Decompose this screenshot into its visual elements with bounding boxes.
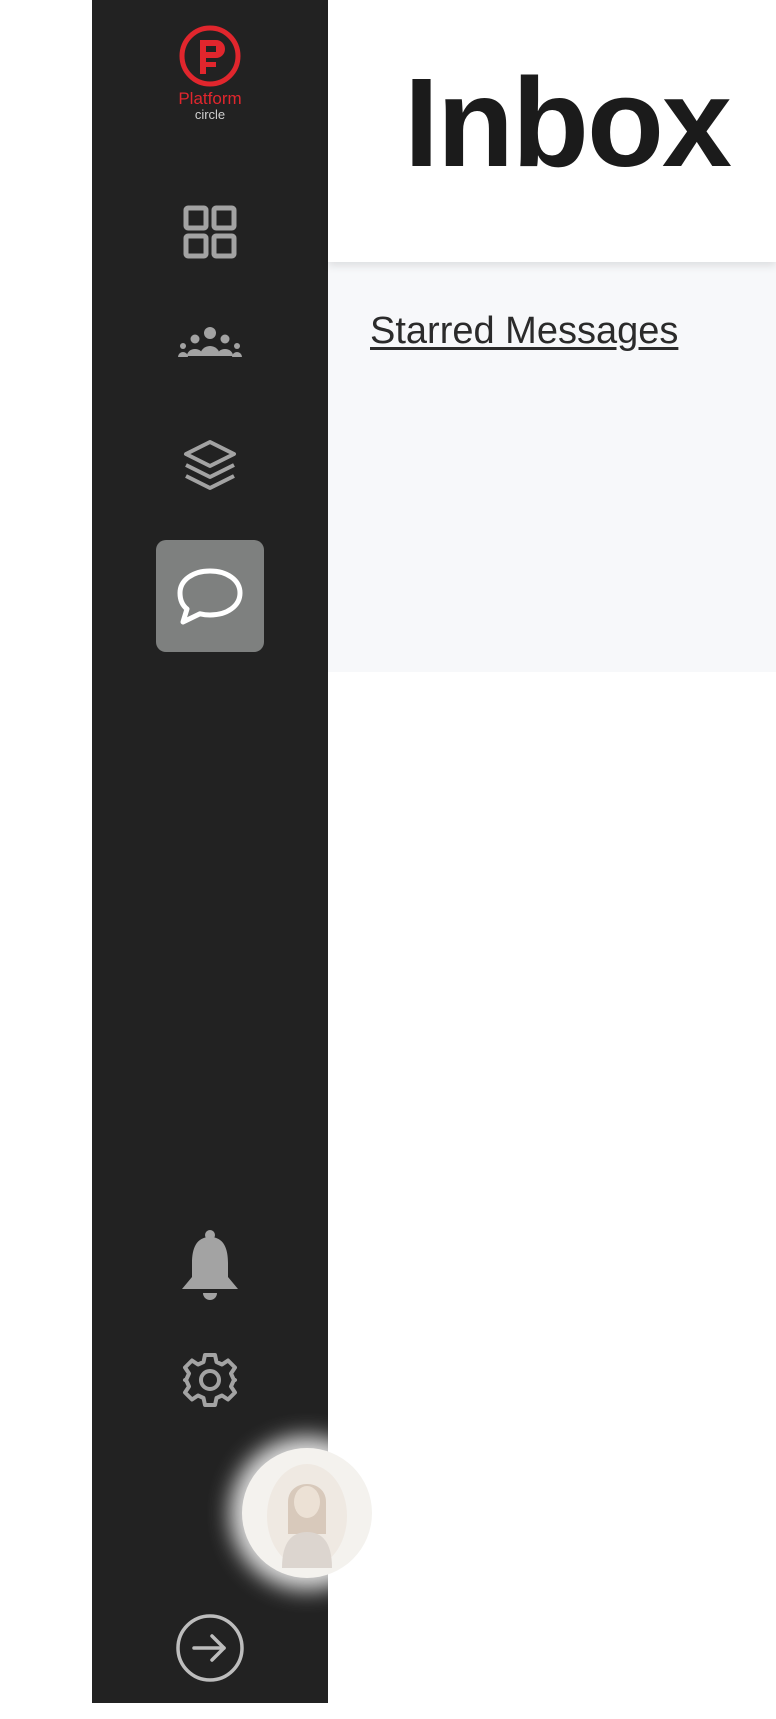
nav-settings[interactable]	[156, 1324, 264, 1436]
page-title: Inbox	[404, 52, 732, 193]
gear-icon	[181, 1351, 239, 1409]
sidebar: Platform circle	[92, 0, 372, 1704]
platform-logo-icon	[179, 25, 241, 87]
logout-arrow-icon	[174, 1612, 246, 1684]
avatar[interactable]	[242, 1448, 372, 1578]
brand-name: Platform	[178, 89, 242, 108]
app-window: Platform circle Inbox Starred Messages	[0, 0, 776, 1719]
bell-icon	[178, 1229, 242, 1303]
nav-messages[interactable]	[156, 540, 264, 652]
page-header: Inbox	[328, 0, 776, 262]
starred-messages-link[interactable]: Starred Messages	[370, 310, 678, 353]
dashboard-grid-icon	[182, 204, 238, 260]
nav-layers[interactable]	[156, 410, 264, 522]
nav-logout[interactable]	[156, 1592, 264, 1704]
chat-bubble-icon	[175, 566, 245, 626]
nav-dashboard[interactable]	[156, 176, 264, 288]
brand-subname: circle	[194, 107, 226, 122]
nav-notifications[interactable]	[156, 1210, 264, 1322]
layers-stack-icon	[182, 438, 238, 494]
nav-team[interactable]	[156, 288, 264, 400]
inbox-filter-panel: Starred Messages	[328, 262, 776, 672]
user-portrait-icon	[267, 1464, 347, 1568]
brand-logo[interactable]: Platform circle	[92, 24, 328, 132]
team-people-icon	[177, 324, 243, 364]
